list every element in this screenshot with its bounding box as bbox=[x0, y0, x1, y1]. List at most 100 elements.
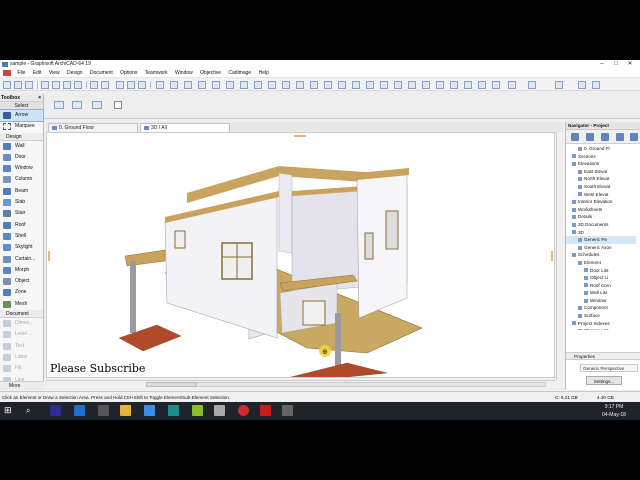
camera-icon[interactable] bbox=[394, 81, 402, 89]
tree-item[interactable]: 3D Documents bbox=[566, 221, 636, 229]
new-file-icon[interactable] bbox=[3, 81, 11, 89]
layers-icon[interactable] bbox=[156, 81, 164, 89]
tool-mesh[interactable]: Mesh bbox=[0, 299, 43, 310]
zoom-out-icon[interactable] bbox=[127, 81, 135, 89]
guide-lines-icon[interactable] bbox=[198, 81, 206, 89]
redo-icon[interactable] bbox=[101, 81, 109, 89]
tool-window[interactable]: Window bbox=[0, 163, 43, 174]
tool-shell[interactable]: Shell bbox=[0, 231, 43, 242]
more-section[interactable]: More bbox=[0, 381, 44, 390]
minimize-button[interactable]: – bbox=[596, 60, 608, 69]
house-3d-model[interactable]: ⊕ bbox=[47, 133, 555, 378]
menu-help[interactable]: Help bbox=[256, 69, 272, 78]
tree-item[interactable]: Interior Elevation bbox=[566, 198, 636, 206]
zoom-in-icon[interactable] bbox=[116, 81, 124, 89]
trace-icon[interactable] bbox=[212, 81, 220, 89]
archicad-taskbar-icon[interactable] bbox=[98, 405, 109, 416]
viewport-top-handle[interactable] bbox=[294, 135, 306, 137]
explode-icon[interactable] bbox=[436, 81, 444, 89]
tool-curtain[interactable]: Curtain... bbox=[0, 254, 43, 265]
tree-item[interactable]: Details bbox=[566, 213, 636, 221]
partial-structure-icon[interactable] bbox=[254, 81, 262, 89]
tool-text[interactable]: Text bbox=[0, 341, 43, 352]
tool-door[interactable]: Door bbox=[0, 152, 43, 163]
viewport-left-handle[interactable] bbox=[48, 251, 50, 261]
marquee-method-icon[interactable] bbox=[92, 101, 102, 109]
menu-view[interactable]: View bbox=[46, 69, 63, 78]
publisher-sets-icon[interactable] bbox=[616, 133, 624, 141]
app-icon-green[interactable] bbox=[192, 405, 203, 416]
tool-column[interactable]: Column bbox=[0, 174, 43, 185]
orbit-icon[interactable] bbox=[578, 81, 586, 89]
system-clock[interactable]: 9:17 PM 04-May-18 bbox=[596, 403, 632, 419]
menu-objective[interactable]: Objective bbox=[197, 69, 224, 78]
tool-fill[interactable]: Fill bbox=[0, 363, 43, 374]
tool-roof[interactable]: Roof bbox=[0, 220, 43, 231]
tool-zone[interactable]: Zone bbox=[0, 287, 43, 298]
archicad-active-icon[interactable] bbox=[282, 405, 293, 416]
zoom-controls[interactable] bbox=[146, 382, 196, 387]
tree-item[interactable]: Generic Pe bbox=[566, 236, 636, 244]
tool-label[interactable]: Label bbox=[0, 352, 43, 363]
acrobat-icon[interactable] bbox=[260, 405, 271, 416]
print-icon[interactable] bbox=[41, 81, 49, 89]
layout-book-icon[interactable] bbox=[601, 133, 609, 141]
tree-item[interactable]: Change List bbox=[566, 327, 636, 330]
navigator-icon[interactable] bbox=[528, 81, 536, 89]
elevation-marker-icon[interactable] bbox=[324, 81, 332, 89]
tool-dimen[interactable]: Dimen... bbox=[0, 318, 43, 329]
paste-icon[interactable] bbox=[74, 81, 82, 89]
menu-options[interactable]: Options bbox=[117, 69, 140, 78]
detail-marker-icon[interactable] bbox=[352, 81, 360, 89]
tool-marquee[interactable]: Marquee bbox=[0, 121, 43, 132]
tree-item[interactable]: East Elevat bbox=[566, 168, 636, 176]
color-picker-icon[interactable] bbox=[450, 81, 458, 89]
tool-skylight[interactable]: Skylight bbox=[0, 242, 43, 253]
tree-item[interactable]: North Elevat bbox=[566, 175, 636, 183]
tool-morph[interactable]: Morph bbox=[0, 265, 43, 276]
selection-method-icon[interactable] bbox=[72, 101, 82, 109]
tree-item[interactable]: Project Indexes bbox=[566, 320, 636, 328]
tree-item[interactable]: West Elevat bbox=[566, 191, 636, 199]
horizontal-scrollbar[interactable] bbox=[196, 382, 546, 387]
tree-item[interactable]: 3D bbox=[566, 229, 636, 237]
renovation-filter-icon[interactable] bbox=[226, 81, 234, 89]
grid-snap-icon[interactable] bbox=[184, 81, 192, 89]
menu-document[interactable]: Document bbox=[87, 69, 116, 78]
photoshop-icon[interactable] bbox=[50, 405, 61, 416]
tree-item[interactable]: Object Li bbox=[566, 274, 636, 282]
start-button[interactable]: ⊞ bbox=[4, 405, 15, 416]
viewport-right-handle[interactable] bbox=[551, 251, 553, 261]
3d-style-icon[interactable] bbox=[282, 81, 290, 89]
section-marker-icon[interactable] bbox=[310, 81, 318, 89]
pen-set-icon[interactable] bbox=[170, 81, 178, 89]
window-cascade-icon[interactable] bbox=[478, 81, 486, 89]
tool-beam[interactable]: Beam bbox=[0, 186, 43, 197]
tool-object[interactable]: Object bbox=[0, 276, 43, 287]
tree-item[interactable]: Element bbox=[566, 259, 636, 267]
worksheet-icon[interactable] bbox=[338, 81, 346, 89]
navigator-settings-icon[interactable] bbox=[630, 133, 638, 141]
tree-item[interactable]: 0. Ground Fl bbox=[566, 145, 636, 153]
publisher-icon[interactable] bbox=[492, 81, 500, 89]
bim-server-icon[interactable] bbox=[464, 81, 472, 89]
tree-item[interactable]: Generic Axon bbox=[566, 244, 636, 252]
copy-icon[interactable] bbox=[63, 81, 71, 89]
cursor-icon[interactable] bbox=[114, 101, 122, 109]
close-button[interactable]: ✕ bbox=[624, 60, 636, 69]
tree-item[interactable]: Door List bbox=[566, 267, 636, 275]
file-explorer-icon[interactable] bbox=[120, 405, 131, 416]
design-section[interactable]: Design bbox=[0, 132, 43, 141]
menu-teamwork[interactable]: Teamwork bbox=[142, 69, 171, 78]
tool-arrow[interactable]: Arrow bbox=[0, 108, 44, 123]
tree-item[interactable]: Component bbox=[566, 304, 636, 312]
tree-item[interactable]: South Elevat bbox=[566, 183, 636, 191]
properties-header[interactable]: Properties bbox=[566, 352, 640, 360]
tree-item[interactable]: Elevations bbox=[566, 160, 636, 168]
rendering-icon[interactable] bbox=[408, 81, 416, 89]
pan-icon[interactable] bbox=[592, 81, 600, 89]
app-icon-teal[interactable] bbox=[168, 405, 179, 416]
tool-level[interactable]: Level ... bbox=[0, 329, 43, 340]
go-menu-icon[interactable] bbox=[555, 81, 563, 89]
settings-button[interactable]: Settings... bbox=[586, 376, 622, 385]
